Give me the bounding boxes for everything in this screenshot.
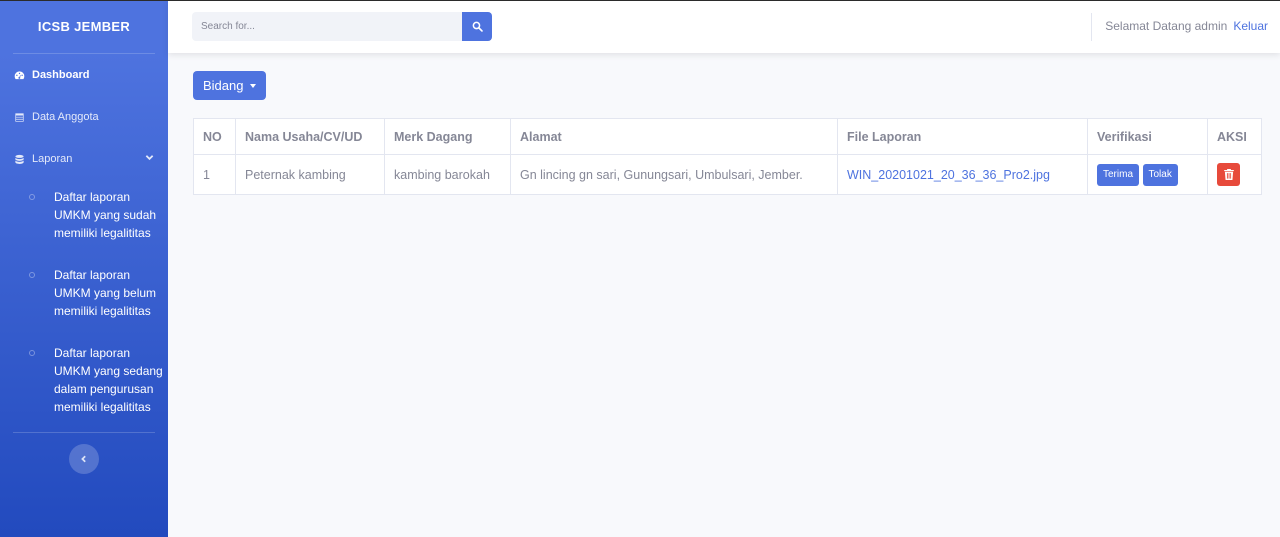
topbar: Selamat Datang admin Keluar: [168, 0, 1280, 53]
dropdown-label: Bidang: [203, 78, 244, 93]
sidebar-item-dashboard[interactable]: Dashboard: [0, 54, 168, 96]
submenu-item-label: Daftar laporan UMKM yang belum memiliki …: [54, 268, 157, 318]
cell-no: 1: [193, 154, 236, 195]
delete-button[interactable]: [1217, 163, 1240, 186]
sidebar-item-label: Dashboard: [32, 69, 90, 81]
submenu-item-label: Daftar laporan UMKM yang sedang dalam pe…: [54, 346, 163, 414]
cell-alamat: Gn lincing gn sari, Gunungsari, Umbulsar…: [510, 154, 838, 195]
sidebar-item-laporan[interactable]: Laporan: [0, 138, 168, 180]
search-group: [192, 12, 492, 41]
bidang-dropdown-button[interactable]: Bidang: [193, 71, 267, 100]
dashboard-icon: [13, 69, 25, 81]
chevron-left-icon: [81, 455, 86, 463]
topbar-divider: [1091, 13, 1092, 41]
table-icon: [13, 111, 25, 123]
submenu-item-sedang-proses[interactable]: Daftar laporan UMKM yang sedang dalam pe…: [0, 344, 168, 416]
table-row: 1 Peternak kambing kambing barokah Gn li…: [193, 154, 1262, 195]
submenu-item-sudah-legal[interactable]: Daftar laporan UMKM yang sudah memiliki …: [0, 188, 168, 242]
report-table: NO Nama Usaha/CV/UD Merk Dagang Alamat F…: [193, 118, 1262, 195]
search-icon: [472, 21, 483, 32]
bullet-icon: [29, 194, 35, 200]
submenu-item-label: Daftar laporan UMKM yang sudah memiliki …: [54, 190, 157, 240]
column-header-merk: Merk Dagang: [384, 118, 511, 155]
column-header-verifikasi: Verifikasi: [1087, 118, 1208, 155]
reject-button[interactable]: Tolak: [1142, 163, 1178, 186]
trash-icon: [1223, 169, 1234, 180]
accept-button[interactable]: Terima: [1097, 163, 1140, 186]
user-area: Selamat Datang admin Keluar: [1105, 19, 1268, 33]
sidebar-item-label: Data Anggota: [32, 111, 99, 123]
cell-verifikasi: Terima Tolak: [1087, 154, 1208, 195]
table-header-row: NO Nama Usaha/CV/UD Merk Dagang Alamat F…: [193, 118, 1262, 155]
window-top-edge: [0, 0, 1280, 1]
column-header-no: NO: [193, 118, 236, 155]
logout-link[interactable]: Keluar: [1233, 19, 1268, 33]
submenu-item-belum-legal[interactable]: Daftar laporan UMKM yang belum memiliki …: [0, 266, 168, 320]
database-icon: [13, 153, 25, 165]
bullet-icon: [29, 272, 35, 278]
sidebar-divider: [13, 432, 155, 433]
sidebar: ICSB JEMBER Dashboard Data Anggota Lapor…: [0, 0, 168, 537]
sidebar-item-label: Laporan: [32, 153, 73, 165]
column-header-file: File Laporan: [837, 118, 1088, 155]
cell-nama: Peternak kambing: [235, 154, 385, 195]
cell-merk: kambing barokah: [384, 154, 511, 195]
cell-aksi: [1207, 154, 1262, 195]
sidebar-toggle-button[interactable]: [69, 444, 99, 474]
column-header-aksi: AKSI: [1207, 118, 1262, 155]
content-toolbar: Bidang: [193, 71, 267, 100]
cell-file: WIN_20201021_20_36_36_Pro2.jpg: [837, 154, 1088, 195]
bullet-icon: [29, 350, 35, 356]
laporan-submenu: Daftar laporan UMKM yang sudah memiliki …: [0, 180, 168, 416]
chevron-down-icon: [145, 153, 154, 165]
search-button[interactable]: [462, 12, 492, 41]
welcome-text: Selamat Datang admin: [1105, 19, 1228, 33]
sidebar-brand[interactable]: ICSB JEMBER: [0, 0, 168, 53]
file-link[interactable]: WIN_20201021_20_36_36_Pro2.jpg: [847, 168, 1050, 182]
search-input[interactable]: [192, 12, 462, 41]
sidebar-item-data-anggota[interactable]: Data Anggota: [0, 96, 168, 138]
column-header-alamat: Alamat: [510, 118, 838, 155]
column-header-nama: Nama Usaha/CV/UD: [235, 118, 385, 155]
caret-down-icon: [250, 83, 257, 88]
